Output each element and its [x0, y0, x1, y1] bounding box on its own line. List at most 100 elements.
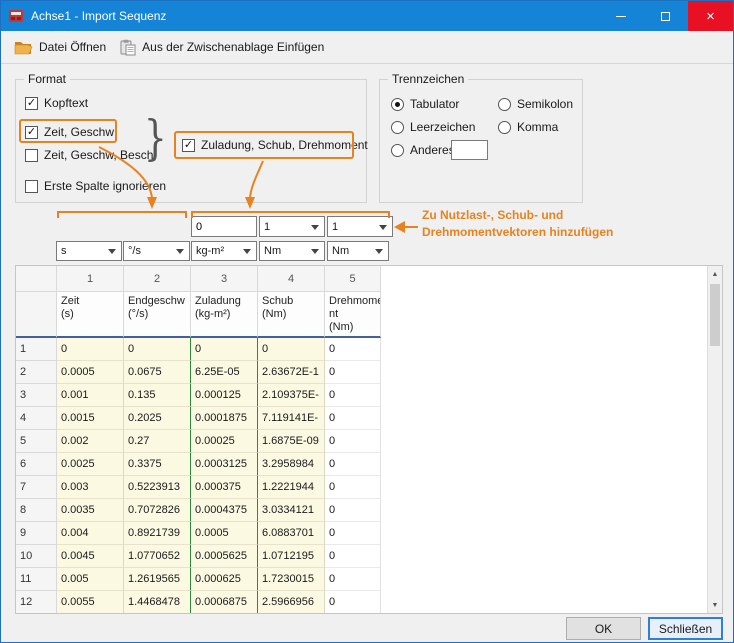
table-cell[interactable]: 0: [325, 476, 381, 499]
table-cell[interactable]: 0.0035: [57, 499, 124, 522]
row-number-cell[interactable]: 3: [16, 384, 57, 407]
table-cell[interactable]: 0: [325, 407, 381, 430]
unit-combobox-speed[interactable]: °/s: [123, 241, 190, 261]
table-cell[interactable]: 2.5966956: [258, 591, 325, 614]
zuladung-count-input[interactable]: [191, 216, 257, 237]
table-cell[interactable]: 0.5223913: [124, 476, 191, 499]
table-cell[interactable]: 0: [325, 568, 381, 591]
column-header[interactable]: Zuladung (kg-m²): [191, 292, 258, 338]
radio-leerzeichen[interactable]: Leerzeichen: [391, 120, 475, 134]
radio-anderes[interactable]: Anderes: [391, 143, 455, 157]
drehmoment-count-combobox[interactable]: 1: [327, 216, 393, 237]
table-cell[interactable]: 6.0883701: [258, 522, 325, 545]
open-file-button[interactable]: Datei Öffnen: [7, 36, 113, 59]
row-number-cell[interactable]: 1: [16, 338, 57, 361]
column-header[interactable]: Drehmome nt (Nm): [325, 292, 381, 338]
table-cell[interactable]: 0.005: [57, 568, 124, 591]
unit-combobox-time[interactable]: s: [56, 241, 122, 261]
table-cell[interactable]: 0.135: [124, 384, 191, 407]
checkbox-erste-spalte-ignorieren[interactable]: Erste Spalte ignorieren: [25, 179, 166, 193]
table-cell[interactable]: 0: [325, 338, 381, 361]
scroll-up-button[interactable]: ▲: [708, 266, 722, 282]
row-number-cell[interactable]: 9: [16, 522, 57, 545]
table-cell[interactable]: 0: [325, 384, 381, 407]
table-cell[interactable]: 0: [191, 338, 258, 361]
ok-button[interactable]: OK: [566, 617, 641, 640]
radio-komma[interactable]: Komma: [498, 120, 558, 134]
table-cell[interactable]: 0.000375: [191, 476, 258, 499]
column-header[interactable]: Zeit (s): [57, 292, 124, 338]
table-cell[interactable]: 0.0005: [57, 361, 124, 384]
schub-count-combobox[interactable]: 1: [259, 216, 325, 237]
table-cell[interactable]: 1.2221944: [258, 476, 325, 499]
unit-combobox-schub[interactable]: Nm: [259, 241, 325, 261]
table-cell[interactable]: 0: [325, 453, 381, 476]
unit-combobox-zuladung[interactable]: kg-m²: [191, 241, 257, 261]
paste-clipboard-button[interactable]: Aus der Zwischenablage Einfügen: [113, 35, 331, 60]
table-cell[interactable]: 3.2958984: [258, 453, 325, 476]
row-number-cell[interactable]: 6: [16, 453, 57, 476]
table-cell[interactable]: 0: [57, 338, 124, 361]
table-cell[interactable]: 0.000625: [191, 568, 258, 591]
table-cell[interactable]: 0: [325, 522, 381, 545]
row-number-cell[interactable]: 11: [16, 568, 57, 591]
table-cell[interactable]: 1.0770652: [124, 545, 191, 568]
table-cell[interactable]: 0.000125: [191, 384, 258, 407]
corner-cell[interactable]: [16, 266, 57, 292]
table-cell[interactable]: 0.8921739: [124, 522, 191, 545]
table-cell[interactable]: 0.0005: [191, 522, 258, 545]
row-number-cell[interactable]: 5: [16, 430, 57, 453]
table-cell[interactable]: 0.7072826: [124, 499, 191, 522]
table-cell[interactable]: 0.00025: [191, 430, 258, 453]
table-cell[interactable]: 0.0004375: [191, 499, 258, 522]
scrollbar-thumb[interactable]: [710, 284, 720, 346]
column-header[interactable]: Schub (Nm): [258, 292, 325, 338]
radio-tabulator[interactable]: Tabulator: [391, 97, 459, 111]
corner-cell[interactable]: [16, 292, 57, 338]
anderes-separator-input[interactable]: [451, 140, 488, 160]
table-cell[interactable]: 0.0675: [124, 361, 191, 384]
table-cell[interactable]: 0.0015: [57, 407, 124, 430]
table-cell[interactable]: 0: [325, 545, 381, 568]
table-cell[interactable]: 1.6875E-09: [258, 430, 325, 453]
table-cell[interactable]: 0: [325, 499, 381, 522]
row-number-cell[interactable]: 12: [16, 591, 57, 614]
table-cell[interactable]: 0.0001875: [191, 407, 258, 430]
table-cell[interactable]: 0.004: [57, 522, 124, 545]
row-number-cell[interactable]: 2: [16, 361, 57, 384]
row-number-cell[interactable]: 7: [16, 476, 57, 499]
column-header[interactable]: Endgeschw (°/s): [124, 292, 191, 338]
row-number-cell[interactable]: 8: [16, 499, 57, 522]
table-cell[interactable]: 0.3375: [124, 453, 191, 476]
maximize-button[interactable]: [643, 1, 688, 31]
column-number[interactable]: 2: [124, 266, 191, 292]
table-cell[interactable]: 1.2619565: [124, 568, 191, 591]
table-cell[interactable]: 0: [325, 591, 381, 614]
table-cell[interactable]: 7.119141E-: [258, 407, 325, 430]
table-cell[interactable]: 0.0055: [57, 591, 124, 614]
close-button[interactable]: ×: [688, 1, 733, 31]
column-number[interactable]: 4: [258, 266, 325, 292]
row-number-cell[interactable]: 4: [16, 407, 57, 430]
radio-semikolon[interactable]: Semikolon: [498, 97, 573, 111]
close-dialog-button[interactable]: Schließen: [648, 617, 723, 640]
table-cell[interactable]: 0.002: [57, 430, 124, 453]
unit-combobox-drehmoment[interactable]: Nm: [327, 241, 389, 261]
table-cell[interactable]: 0: [325, 361, 381, 384]
table-cell[interactable]: 0.0003125: [191, 453, 258, 476]
table-cell[interactable]: 0: [325, 430, 381, 453]
table-cell[interactable]: 0.27: [124, 430, 191, 453]
table-cell[interactable]: 1.0712195: [258, 545, 325, 568]
table-cell[interactable]: 0.001: [57, 384, 124, 407]
table-cell[interactable]: 1.4468478: [124, 591, 191, 614]
column-number[interactable]: 5: [325, 266, 381, 292]
table-cell[interactable]: 0: [124, 338, 191, 361]
table-cell[interactable]: 0.2025: [124, 407, 191, 430]
column-number[interactable]: 1: [57, 266, 124, 292]
scroll-down-button[interactable]: ▼: [708, 597, 722, 613]
table-cell[interactable]: 3.0334121: [258, 499, 325, 522]
table-cell[interactable]: 0.0025: [57, 453, 124, 476]
minimize-button[interactable]: [598, 1, 643, 31]
table-cell[interactable]: 0.003: [57, 476, 124, 499]
table-cell[interactable]: 0.0005625: [191, 545, 258, 568]
